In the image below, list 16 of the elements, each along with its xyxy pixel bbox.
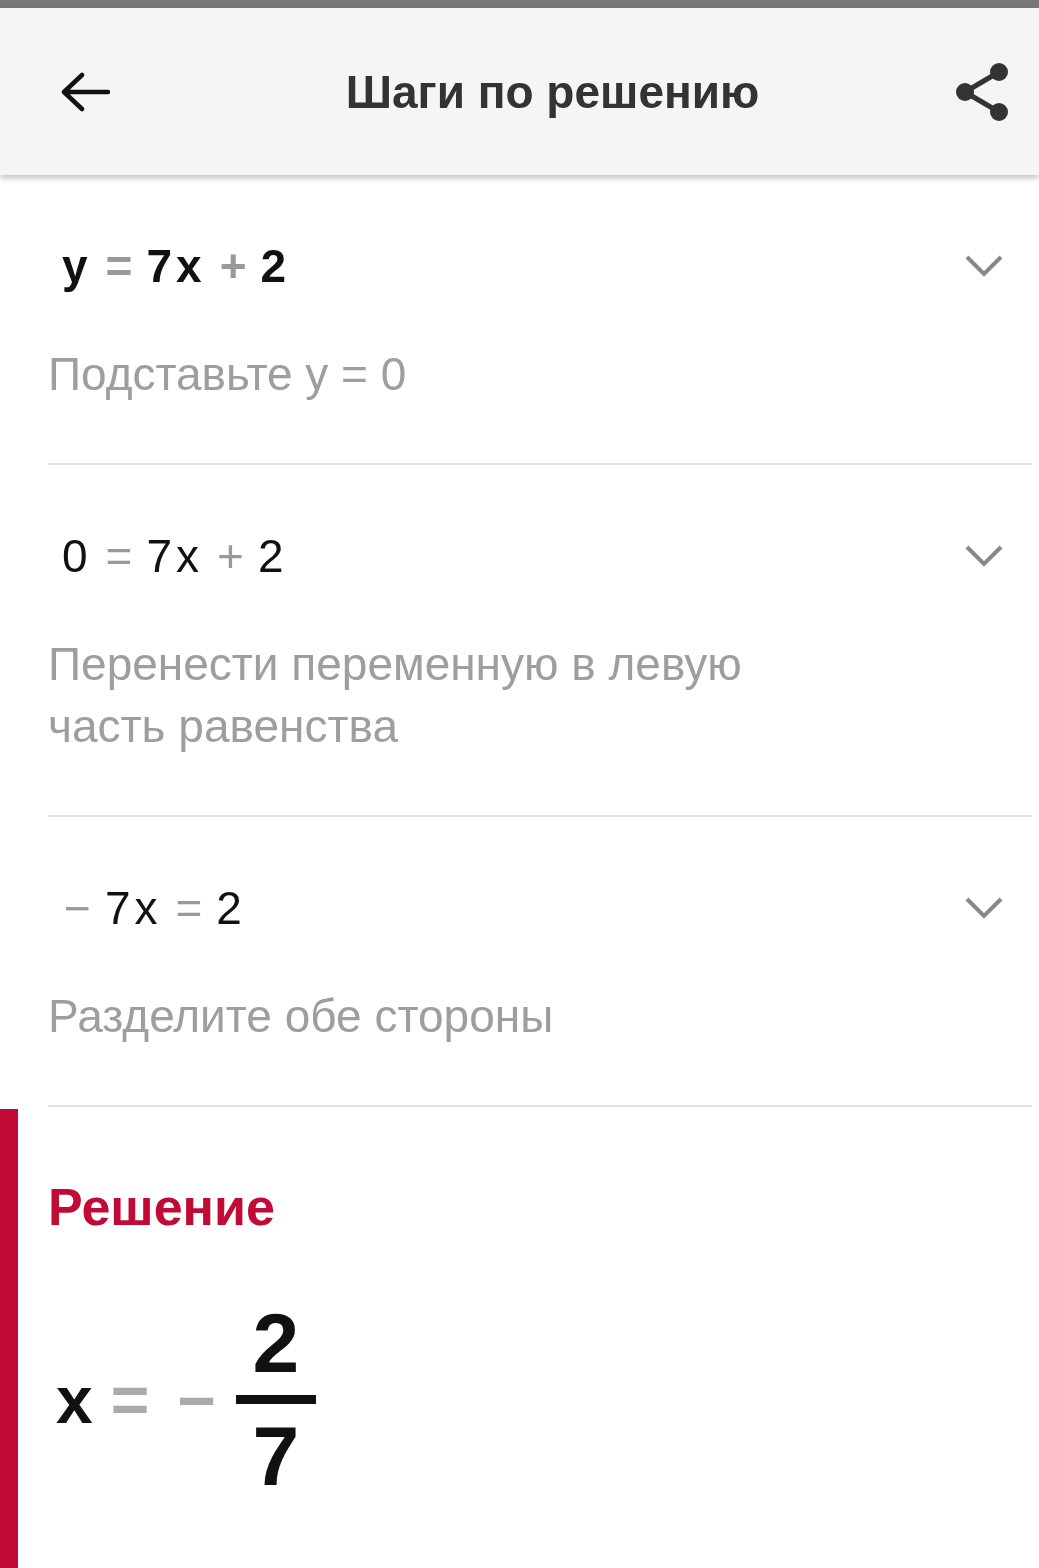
chevron-down-icon[interactable]	[964, 254, 1004, 278]
share-icon[interactable]	[955, 61, 1011, 122]
chevron-down-icon[interactable]	[964, 896, 1004, 920]
equation: y = 7x + 2	[61, 239, 292, 293]
step-description: Подставьте y = 0	[48, 347, 408, 402]
equation: − 7x = 2	[63, 881, 247, 935]
equation: 0 = 7x + 2	[61, 529, 289, 583]
numerator: 2	[252, 1297, 300, 1389]
denominator: 7	[252, 1410, 300, 1502]
solution-equation: x = −	[56, 1361, 217, 1438]
screen-title: Шаги по решению	[344, 64, 761, 119]
back-arrow-icon[interactable]	[60, 71, 110, 112]
chevron-down-icon[interactable]	[964, 544, 1004, 568]
step-description: Перенести переменную в левую часть равенства	[48, 637, 743, 754]
solution-heading: Решение	[48, 1177, 276, 1237]
step-description: Разделите обе стороны	[48, 989, 555, 1044]
